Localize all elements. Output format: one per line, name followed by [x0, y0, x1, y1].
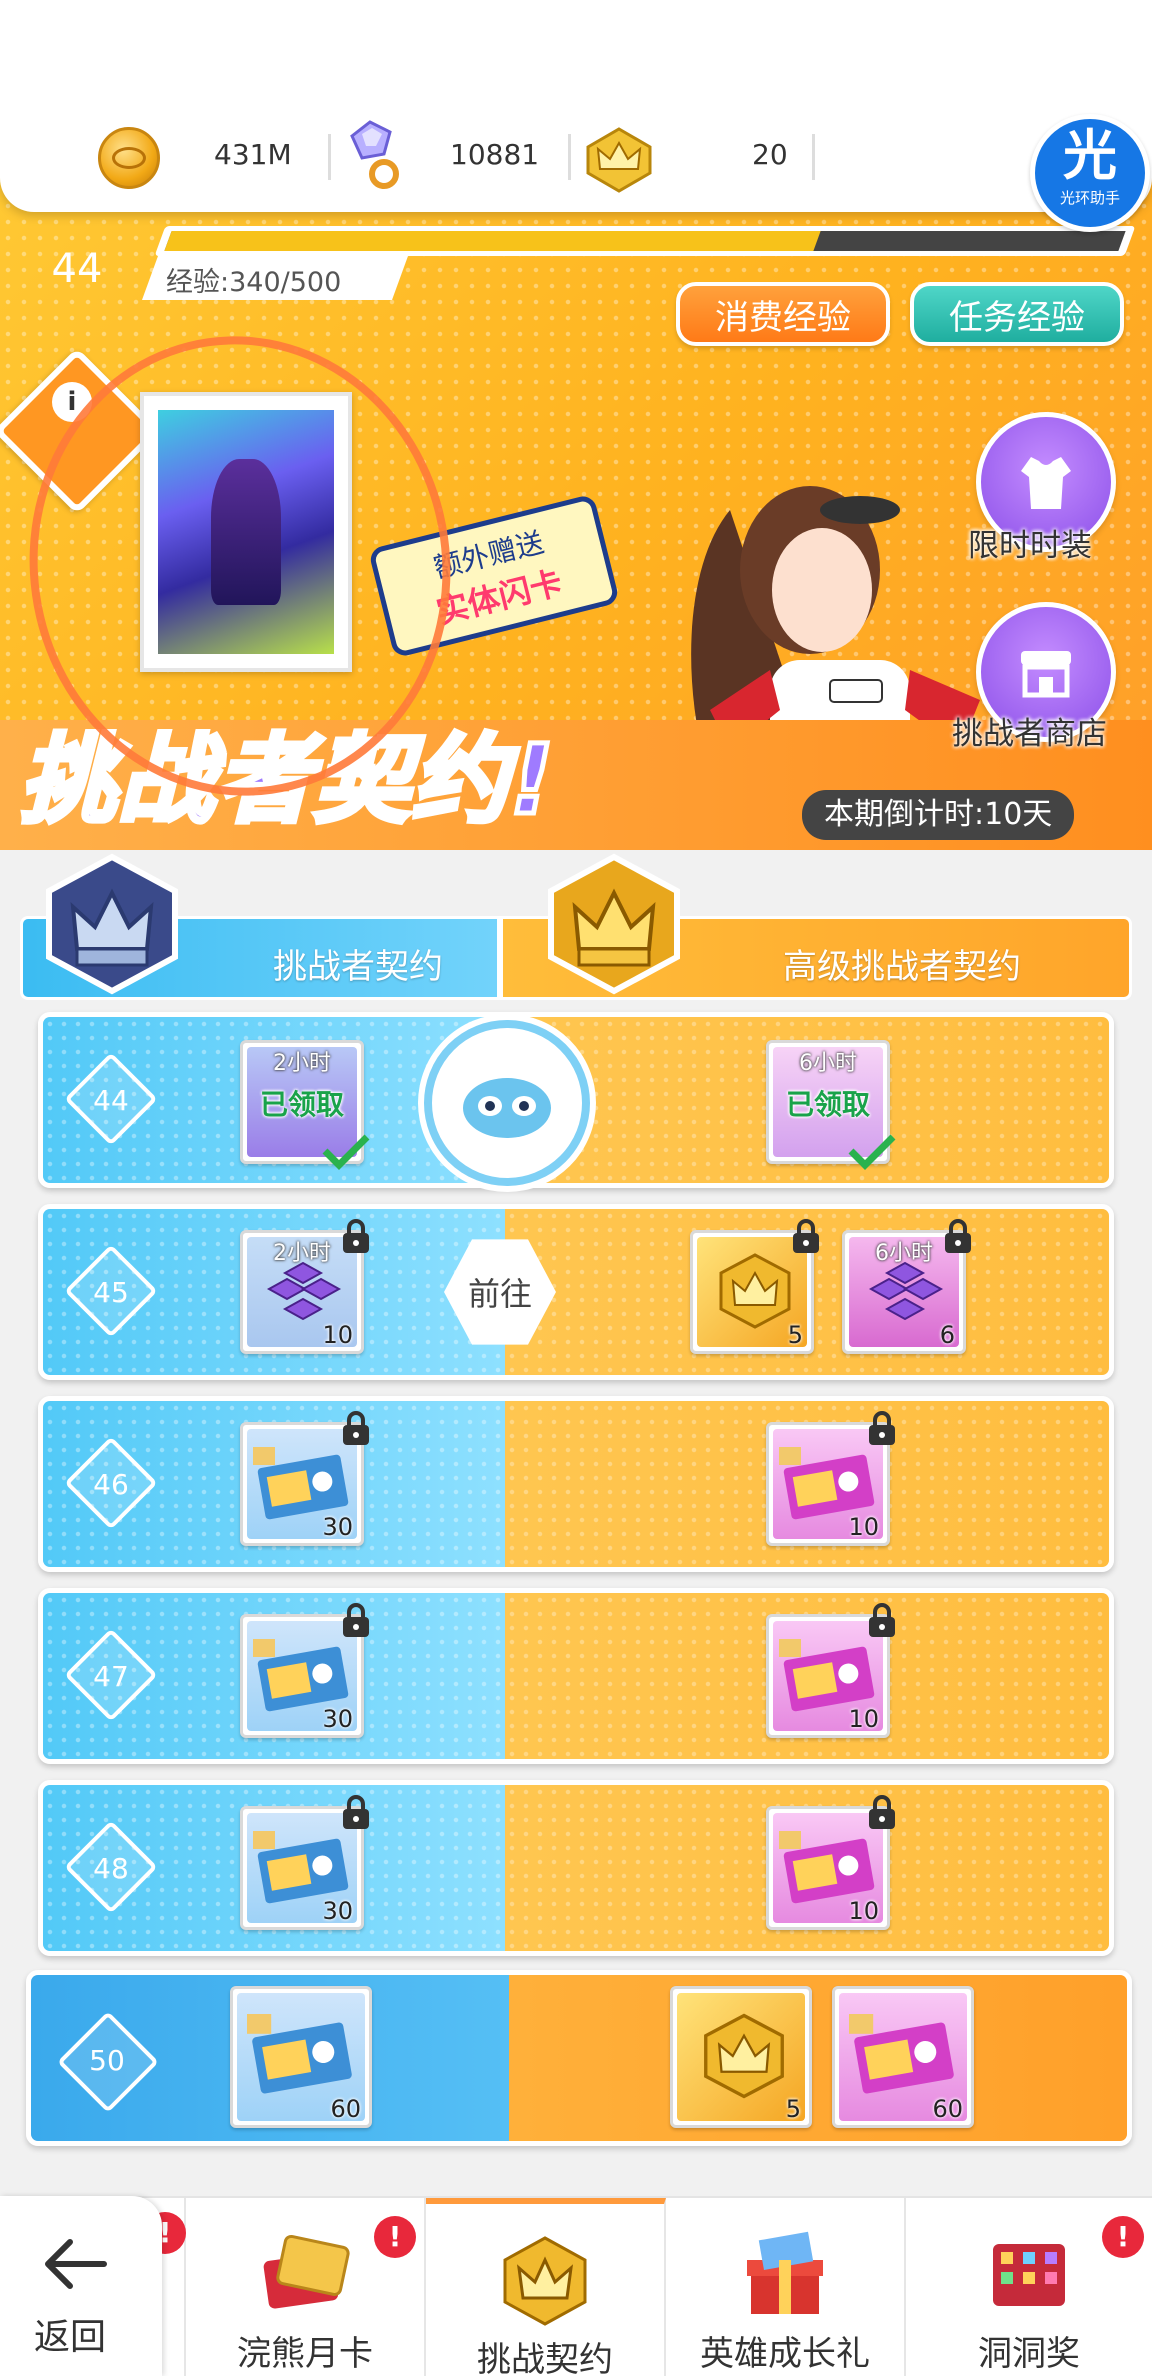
coupon-icon — [247, 2014, 352, 2094]
row-level: 44 — [93, 1084, 129, 1117]
reward-row-47 — [38, 1588, 1114, 1764]
silver-crown-icon — [46, 853, 178, 995]
free-track-label: 挑战者契约 — [273, 947, 443, 987]
currency-bar: 431M 10881 20 — [0, 0, 1152, 212]
premium-reward-item[interactable]: 60 — [832, 1986, 974, 2128]
premium-reward-item[interactable]: 10 — [766, 1603, 895, 1738]
countdown-badge: 本期倒计时:10天 — [802, 790, 1075, 840]
premium-reward-item[interactable]: 6小时 6 — [842, 1219, 971, 1354]
premium-reward-item[interactable]: 10 — [766, 1411, 895, 1546]
alert-badge: ! — [374, 2216, 416, 2258]
lock-icon — [343, 1795, 369, 1829]
lock-icon — [343, 1411, 369, 1445]
raccoon-emblem — [424, 1020, 590, 1186]
gem-cube-icon — [266, 1261, 342, 1321]
xp-bar-fill — [164, 231, 821, 251]
crown-icon — [503, 2236, 587, 2326]
lock-icon — [793, 1219, 819, 1253]
back-button[interactable]: 返回 — [0, 2196, 162, 2376]
row-level: 50 — [89, 2044, 125, 2077]
free-reward-item[interactable]: 30 — [240, 1603, 369, 1738]
reward-row-48 — [38, 1780, 1114, 1956]
gold-crown-icon — [548, 853, 680, 995]
halo-assistant-badge[interactable]: 光 光环助手 — [1030, 114, 1150, 232]
contract-banner: 44 经验:340/500 消费经验 任务经验 限时时装 挑战者商店 i 额外赠… — [0, 150, 1152, 850]
row-level: 46 — [93, 1468, 129, 1501]
lock-icon — [945, 1219, 971, 1253]
gold-coin-icon — [98, 127, 160, 189]
gem-value: 10881 — [450, 138, 540, 171]
shirt-icon — [1021, 457, 1071, 509]
reward-row-46 — [38, 1396, 1114, 1572]
premium-reward-item[interactable]: 10 — [766, 1795, 895, 1930]
crown-icon — [704, 2013, 784, 2099]
lock-icon — [869, 1795, 895, 1829]
consume-xp-button[interactable]: 消费经验 — [676, 282, 890, 346]
crown-icon — [719, 1253, 791, 1329]
free-reward-item[interactable]: 2小时 10 — [240, 1219, 369, 1354]
check-icon — [322, 1134, 370, 1170]
challenger-shop-label: 挑战者商店 — [952, 716, 1107, 752]
lock-icon — [343, 1603, 369, 1637]
row-level: 45 — [93, 1276, 129, 1309]
shop-icon — [1021, 651, 1071, 698]
gold-value: 431M — [214, 138, 292, 171]
lock-icon — [869, 1603, 895, 1637]
tab-hero-growth-gift[interactable]: 英雄成长礼 — [666, 2198, 906, 2376]
level-number: 44 — [51, 246, 103, 292]
premium-crown-item[interactable]: 5 — [690, 1219, 819, 1354]
xp-bar — [154, 226, 1136, 256]
premium-track-header[interactable]: 高级挑战者契约 — [500, 853, 1132, 1000]
crown-value: 20 — [752, 138, 788, 171]
premium-crown-item[interactable]: 5 — [670, 1986, 812, 2128]
premium-reward-item[interactable]: 6小时 已领取 — [766, 1040, 896, 1170]
tab-hole-prize[interactable]: 洞洞奖 ! — [906, 2198, 1152, 2376]
check-icon — [848, 1134, 896, 1170]
back-arrow-icon — [45, 2239, 107, 2289]
alert-badge: ! — [1102, 2216, 1144, 2258]
xp-label: 经验:340/500 — [166, 267, 342, 298]
coupon-icon — [849, 2014, 954, 2094]
row-level: 48 — [93, 1852, 129, 1885]
premium-track-label: 高级挑战者契约 — [783, 947, 1021, 987]
monthly-card-icon — [263, 2234, 350, 2309]
free-reward-item[interactable]: 2小时 已领取 — [240, 1040, 370, 1170]
track-header: 挑战者契约 高级挑战者契约 — [20, 853, 1132, 1000]
tab-challenge-contract[interactable]: 挑战契约 — [426, 2198, 666, 2376]
free-reward-item[interactable]: 60 — [230, 1986, 372, 2128]
task-xp-button[interactable]: 任务经验 — [910, 282, 1124, 346]
gem-ring-icon — [350, 120, 399, 189]
free-reward-item[interactable]: 30 — [240, 1411, 369, 1546]
crown-icon — [586, 127, 652, 193]
row-level: 47 — [93, 1660, 129, 1693]
tab-raccoon-monthly-card[interactable]: 浣熊月卡 ! — [186, 2198, 426, 2376]
lock-icon — [343, 1219, 369, 1253]
gold-currency — [98, 118, 160, 198]
gem-cube-icon — [868, 1261, 944, 1321]
grid-board-icon — [993, 2244, 1065, 2306]
limited-outfit-label: 限时时装 — [968, 528, 1092, 564]
gem-currency — [340, 116, 410, 196]
lock-icon — [869, 1411, 895, 1445]
gift-box-icon — [747, 2231, 823, 2314]
free-track-header[interactable]: 挑战者契约 — [20, 853, 500, 1000]
free-reward-item[interactable]: 30 — [240, 1795, 369, 1930]
crown-currency — [584, 120, 654, 200]
